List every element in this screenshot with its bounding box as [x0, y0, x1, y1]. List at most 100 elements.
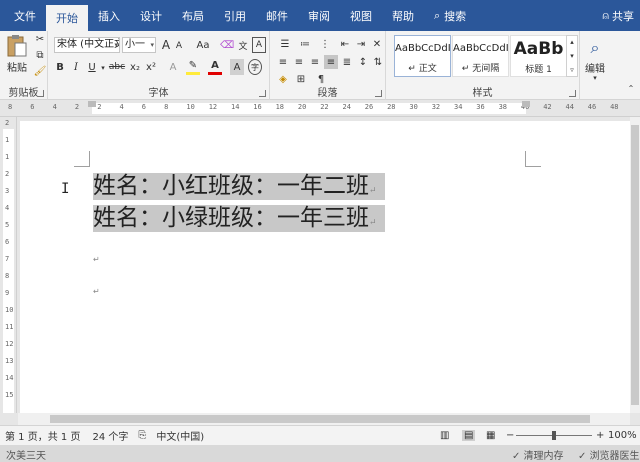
zoom-in-button[interactable]: + [596, 430, 604, 441]
align-left-icon[interactable]: ≡ [276, 55, 290, 69]
underline-button[interactable]: U [86, 59, 98, 75]
horizontal-ruler[interactable]: 8 6 4 2 2 4 6 8 10 12 14 16 18 20 22 24 26 28 30 32 34 36 38 40… [0, 100, 640, 117]
text-effects-icon[interactable]: A [166, 59, 180, 75]
format-painter-icon[interactable]: 🖌 [34, 65, 47, 77]
word-count[interactable]: 24 个字 [92, 428, 128, 443]
zoom-out-button[interactable]: − [506, 430, 514, 441]
right-indent-marker[interactable] [522, 101, 530, 107]
vertical-scrollbar[interactable] [630, 117, 640, 413]
share-button[interactable]: ⍝ 共享 [592, 0, 640, 31]
highlight-icon[interactable]: ✎ [186, 59, 200, 75]
decrease-indent-icon[interactable]: ⇤ [338, 37, 352, 51]
cut-icon[interactable]: ✂ [34, 33, 46, 45]
char-border-icon[interactable]: A [252, 37, 266, 53]
proofing-icon[interactable]: ⎘ [138, 430, 146, 441]
ruler-tick: 6 [5, 238, 10, 246]
superscript-button[interactable]: x² [144, 59, 158, 75]
find-icon[interactable]: ⌕ [582, 35, 608, 61]
clipboard-launcher[interactable] [37, 90, 44, 97]
strikethrough-button[interactable]: abc [108, 59, 126, 75]
tab-8[interactable]: 视图 [340, 0, 382, 31]
bold-button[interactable]: B [54, 59, 66, 75]
justify-icon[interactable]: ≡ [324, 55, 338, 69]
ruler-tick: 20 [297, 103, 307, 111]
increase-indent-icon[interactable]: ⇥ [354, 37, 368, 51]
zoom-level[interactable]: 100% [608, 430, 637, 441]
paragraph-mark: ↵ [369, 186, 377, 196]
char-shading-icon[interactable]: A [230, 59, 244, 75]
grow-font-button[interactable]: A [160, 37, 172, 53]
multilevel-list-icon[interactable]: ⋮ [316, 37, 334, 51]
font-name-combo[interactable]: 宋体 (中文正文)▾ [54, 37, 120, 53]
tab-2[interactable]: 插入 [88, 0, 130, 31]
taskbar-item-browser-doctor[interactable]: ✓ 浏览器医生 [578, 447, 640, 462]
sort-icon[interactable]: ⇅ [372, 55, 384, 69]
scrollbar-thumb[interactable] [50, 415, 590, 423]
line-spacing-icon[interactable]: ↕ [356, 55, 370, 69]
tab-7[interactable]: 审阅 [298, 0, 340, 31]
ruler-tick: 2 [97, 103, 102, 111]
tab-4[interactable]: 布局 [172, 0, 214, 31]
tab-9[interactable]: 帮助 [382, 0, 424, 31]
ruler-tick: 38 [498, 103, 508, 111]
distributed-icon[interactable]: ≣ [340, 55, 354, 69]
paragraph-launcher[interactable] [375, 90, 382, 97]
enclose-char-icon[interactable]: 字 [248, 59, 262, 75]
more-styles-icon[interactable]: ▿ [570, 63, 574, 77]
page-count[interactable]: 第 1 页，共 1 页 [5, 428, 80, 443]
scrollbar-thumb[interactable] [631, 125, 639, 405]
shrink-font-button[interactable]: A [174, 39, 184, 53]
tab-5[interactable]: 引用 [214, 0, 256, 31]
subscript-button[interactable]: x₂ [128, 59, 142, 75]
tab-1[interactable]: 开始 [46, 5, 88, 31]
zoom-slider-thumb[interactable] [552, 431, 556, 440]
chevron-down-icon[interactable]: ▾ [570, 49, 574, 63]
clipboard-icon [7, 35, 27, 57]
ruler-tick: 42 [543, 103, 552, 111]
document-line[interactable]: 姓名：小红班级：一年二班↵ [93, 173, 385, 200]
taskbar-item-clean-memory[interactable]: ✓ 清理内存 [512, 447, 564, 462]
ruler-tick: 6 [30, 103, 35, 111]
styles-scroll[interactable]: ▴ ▾ ▿ [566, 35, 578, 77]
paragraph-group-label: 段落 [317, 88, 338, 99]
font-color-icon[interactable]: A [208, 59, 222, 75]
chevron-up-icon[interactable]: ▴ [570, 35, 574, 49]
bullets-icon[interactable]: ☰ [276, 37, 294, 51]
document-page[interactable]: I 姓名：小红班级：一年二班↵ 姓名：小绿班级：一年三班↵ ↵ ↵ [20, 121, 630, 413]
read-mode-icon[interactable]: ▥ [440, 430, 449, 441]
paste-button[interactable] [4, 33, 30, 59]
web-layout-icon[interactable]: ▦ [486, 430, 495, 441]
editing-label[interactable]: 编辑 [580, 61, 610, 75]
chevron-down-icon[interactable]: ▾ [100, 64, 106, 72]
document-canvas[interactable]: I 姓名：小红班级：一年二班↵ 姓名：小绿班级：一年三班↵ ↵ ↵ [18, 117, 630, 413]
tab-3[interactable]: 设计 [130, 0, 172, 31]
tab-search[interactable]: ⌕ 搜索 [424, 0, 476, 31]
clipboard-group: 粘贴 ✂ ⧉ 🖌 剪贴板 [0, 31, 48, 100]
language-status[interactable]: 中文(中国) [156, 428, 204, 443]
font-launcher[interactable] [259, 90, 266, 97]
phonetic-guide-icon[interactable]: 文 [236, 37, 250, 53]
style-normal[interactable]: AaBbCcDdI ↵ 正文 [394, 35, 451, 77]
style-heading-1[interactable]: AaBb 标题 1 [510, 35, 567, 77]
change-case-button[interactable]: Aa [192, 37, 214, 53]
copy-icon[interactable]: ⧉ [34, 49, 46, 61]
clear-format-icon[interactable]: ⌫ [220, 37, 234, 53]
paste-label[interactable]: 粘贴 [4, 60, 30, 74]
numbering-icon[interactable]: ≔ [296, 37, 314, 51]
chinese-layout-icon[interactable]: ✕ [370, 37, 384, 51]
chevron-down-icon[interactable]: ▾ [590, 74, 600, 82]
horizontal-scrollbar[interactable] [18, 413, 630, 425]
styles-launcher[interactable] [569, 90, 576, 97]
tab-0[interactable]: 文件 [4, 0, 46, 31]
collapse-ribbon-icon[interactable]: ⌃ [626, 83, 636, 93]
align-center-icon[interactable]: ≡ [292, 55, 306, 69]
indent-marker[interactable] [88, 101, 96, 107]
print-layout-icon[interactable]: ▤ [462, 430, 476, 441]
tab-6[interactable]: 邮件 [256, 0, 298, 31]
align-right-icon[interactable]: ≡ [308, 55, 322, 69]
style-no-spacing[interactable]: AaBbCcDdI ↵ 无间隔 [452, 35, 509, 77]
vertical-ruler[interactable]: 2 1 1 2 3 4 5 6 7 8 9 10 11 12 13 14 15 [0, 117, 17, 413]
font-size-combo[interactable]: 小一 ▾ [122, 37, 156, 53]
document-line[interactable]: 姓名：小绿班级：一年三班↵ [93, 205, 385, 232]
italic-button[interactable]: I [70, 59, 82, 75]
